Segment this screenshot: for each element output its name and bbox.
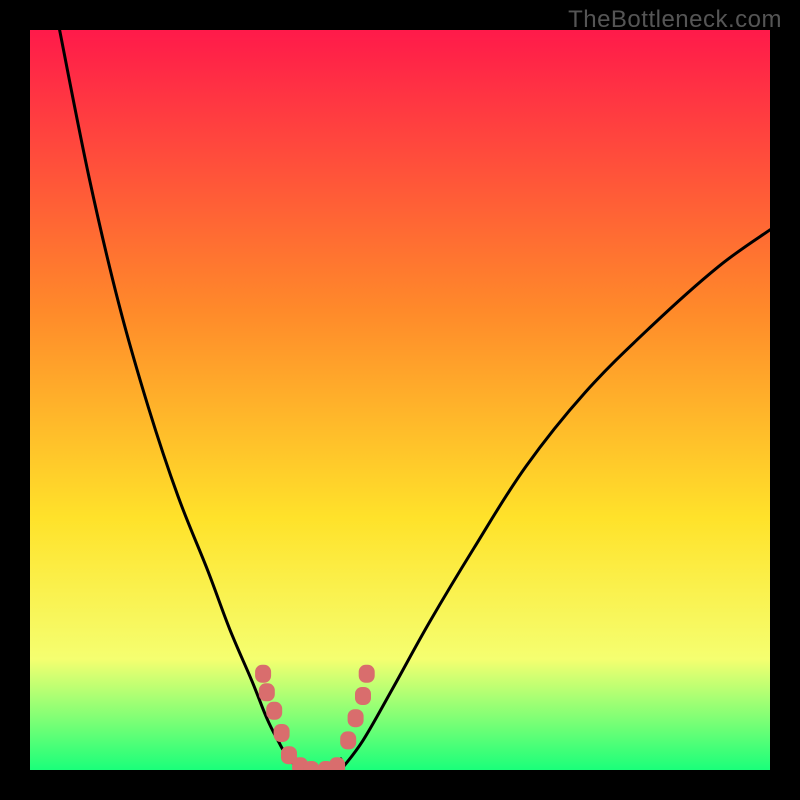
chart-container: TheBottleneck.com — [0, 0, 800, 800]
plot-svg — [30, 30, 770, 770]
marker-9 — [340, 731, 356, 749]
marker-3 — [274, 724, 290, 742]
marker-10 — [348, 709, 364, 727]
marker-8 — [329, 757, 345, 770]
marker-1 — [259, 683, 275, 701]
marker-12 — [359, 665, 375, 683]
plot-area — [30, 30, 770, 770]
marker-2 — [266, 702, 282, 720]
gradient-rect — [30, 30, 770, 770]
marker-0 — [255, 665, 271, 683]
watermark-text: TheBottleneck.com — [568, 6, 782, 34]
marker-11 — [355, 687, 371, 705]
